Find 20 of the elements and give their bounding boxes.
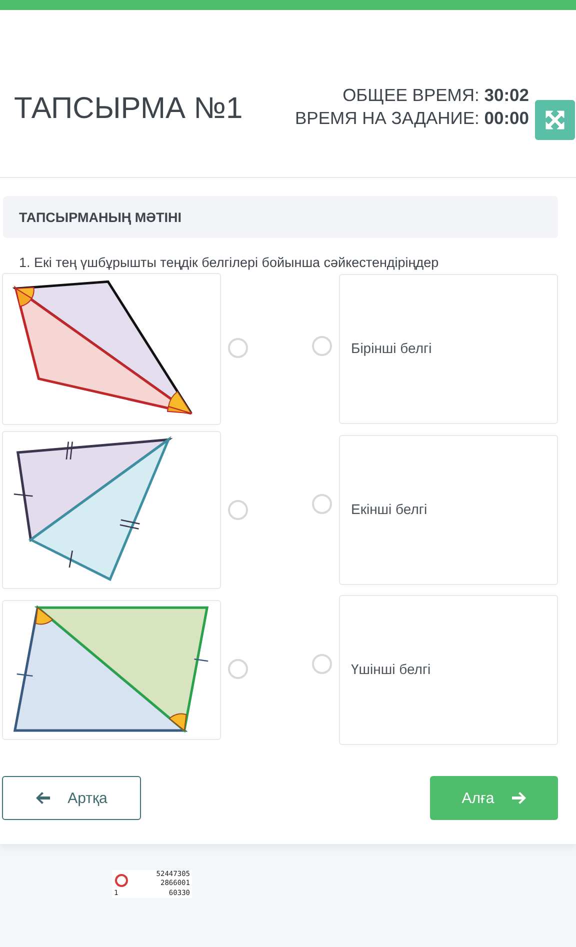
question-text: 1. Екі тең үшбұрышты теңдік белгілері бойынша сәйкестендіріңдер — [19, 255, 440, 270]
radio-button[interactable] — [228, 659, 248, 679]
circle-icon — [115, 874, 128, 887]
answer-label: Үшінші белгі — [351, 661, 431, 677]
radio-button[interactable] — [228, 500, 248, 520]
arrow-left-icon — [36, 792, 50, 804]
answer-label: Екінші белгі — [351, 501, 428, 517]
radio-button[interactable] — [312, 654, 332, 674]
arrow-right-icon — [512, 792, 526, 804]
expand-icon — [544, 109, 566, 131]
timer-text: ВРЕМЯ НА ЗАДАНИЕ: 00:00 — [295, 107, 529, 130]
back-button[interactable]: Артқа — [2, 776, 141, 820]
section-title: ТАПСЫРМАНЫҢ МӘТІНІ — [19, 210, 182, 224]
timer-text: ОБЩЕЕ ВРЕМЯ: 30:02 — [342, 84, 529, 107]
radio-button[interactable] — [228, 338, 248, 358]
radio-button[interactable] — [312, 336, 332, 356]
answer-label: Бірінші белгі — [351, 340, 432, 356]
fullscreen-button[interactable] — [535, 100, 575, 140]
radio-button[interactable] — [312, 494, 332, 514]
task-title: ТАПСЫРМА №1 — [14, 92, 244, 126]
